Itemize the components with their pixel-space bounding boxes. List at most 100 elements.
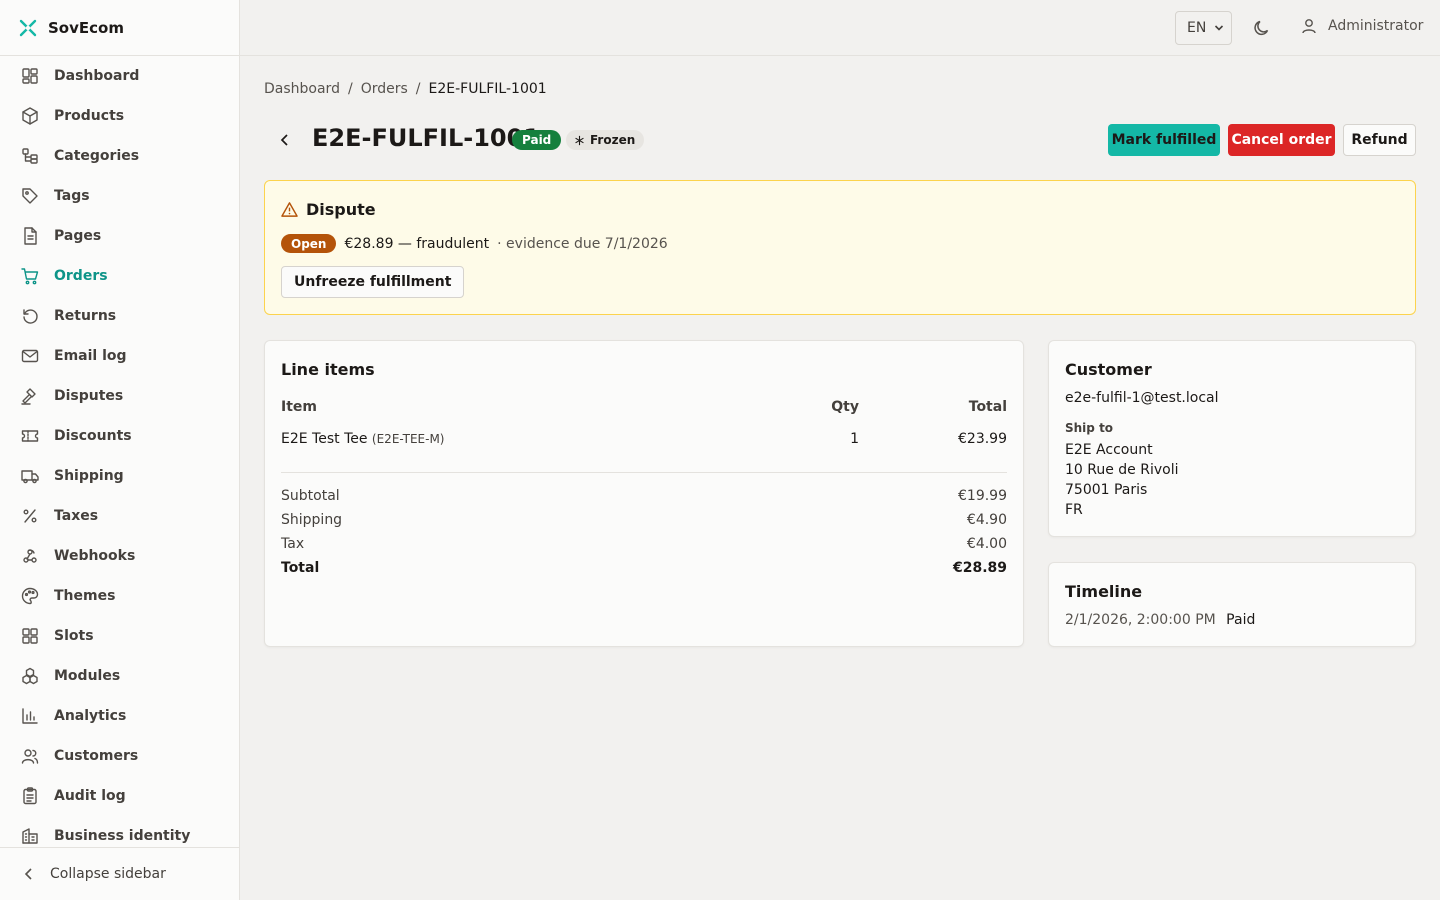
divider [281,472,1007,473]
brand-logo-icon [19,19,37,36]
modules-icon [22,667,38,685]
timeline-event-label: Paid [1226,612,1256,628]
sidebar-item-audit-log[interactable]: Audit log [0,776,239,816]
sidebar-item-categories[interactable]: Categories [0,136,239,176]
back-arrow-icon[interactable] [276,131,294,149]
subtotal-label: Subtotal [281,488,340,504]
subtotal-value: €19.99 [958,488,1007,504]
address-line: 75001 Paris [1065,482,1148,498]
snowflake-icon [575,135,584,145]
gavel-icon [21,388,36,405]
chart-icon [22,708,38,724]
breadcrumb-orders[interactable]: Orders [361,81,408,97]
status-badge-paid: Paid [512,130,562,150]
sidebar-item-webhooks[interactable]: Webhooks [0,536,239,576]
tax-label: Tax [281,536,305,552]
moon-icon[interactable] [1252,18,1272,38]
truck-icon [21,470,39,484]
clipboard-icon [23,787,37,805]
ship-to-label: Ship to [1065,421,1114,435]
brand-name: SovEcom [48,18,124,37]
sidebar-item-label: Orders [54,268,108,284]
shipping-label: Shipping [281,512,343,528]
language-value: EN [1187,20,1207,36]
line-items-card: Line items Item Qty Total E2E Test Tee (… [264,340,1024,647]
breadcrumb-dashboard[interactable]: Dashboard [264,81,340,97]
cart-icon [21,268,39,285]
mail-icon [21,349,39,363]
breadcrumb-current: E2E-FULFIL-1001 [428,81,547,97]
ticket-icon [21,430,39,442]
cancel-order-button[interactable]: Cancel order [1228,124,1335,156]
refund-button[interactable]: Refund [1343,124,1416,156]
return-icon [23,309,38,324]
sidebar-item-discounts[interactable]: Discounts [0,416,239,456]
item-sku: (E2E-TEE-M) [371,432,445,446]
user-menu[interactable]: Administrator [1300,17,1423,35]
mark-fulfilled-button[interactable]: Mark fulfilled [1108,124,1220,156]
sidebar-item-email-log[interactable]: Email log [0,336,239,376]
column-qty: Qty [831,399,859,415]
building-icon [22,828,38,844]
sidebar-item-returns[interactable]: Returns [0,296,239,336]
collapse-sidebar-label: Collapse sidebar [50,866,166,882]
sidebar-item-dashboard[interactable]: Dashboard [0,56,239,96]
sidebar-item-analytics[interactable]: Analytics [0,696,239,736]
line-items-title: Line items [281,360,375,379]
warning-icon [281,202,298,217]
sidebar-item-label: Disputes [54,388,124,404]
sidebar-item-customers[interactable]: Customers [0,736,239,776]
dispute-amount-reason: €28.89 — fraudulent [344,235,490,252]
customer-email: e2e-fulfil-1@test.local [1065,390,1219,406]
sidebar-item-label: Dashboard [54,68,140,84]
total-label: Total [281,560,320,576]
sidebar-item-label: Tags [54,188,90,204]
dispute-status-badge: Open [281,234,337,253]
sidebar-item-label: Returns [54,308,117,324]
sidebar-item-shipping[interactable]: Shipping [0,456,239,496]
column-item: Item [281,399,317,415]
sidebar-item-slots[interactable]: Slots [0,616,239,656]
address-line: 10 Rue de Rivoli [1065,462,1179,478]
package-icon [22,107,38,125]
unfreeze-fulfillment-button[interactable]: Unfreeze fulfillment [281,266,465,298]
breadcrumb-separator: / [415,81,421,97]
language-select[interactable]: EN [1175,11,1232,45]
chevron-left-icon [24,868,32,880]
page-title: E2E-FULFIL-1001 [312,124,540,152]
sidebar-nav: Dashboard Products Categories Tags Pages Orde… [0,56,239,856]
sidebar-item-tags[interactable]: Tags [0,176,239,216]
item-name: E2E Test Tee [281,431,368,447]
timeline-title: Timeline [1065,582,1143,601]
palette-icon [21,587,39,605]
subtotal-row: Subtotal €19.99 [281,488,1007,504]
breadcrumb: Dashboard / Orders / E2E-FULFIL-1001 [264,81,547,97]
sidebar-item-label: Webhooks [54,548,136,564]
tax-value: €4.00 [966,536,1007,552]
sidebar-item-taxes[interactable]: Taxes [0,496,239,536]
sidebar-item-label: Pages [54,228,102,244]
sidebar-item-modules[interactable]: Modules [0,656,239,696]
timeline-card: Timeline 2/1/2026, 2:00:00 PM Paid [1048,562,1416,647]
collapse-sidebar-button[interactable]: Collapse sidebar [0,847,239,900]
item-total: €23.99 [958,431,1007,447]
sidebar-item-pages[interactable]: Pages [0,216,239,256]
frozen-label: Frozen [590,133,636,147]
sidebar-item-label: Products [54,108,125,124]
sidebar-item-label: Modules [54,668,121,684]
shipping-row: Shipping €4.90 [281,512,1007,528]
tag-icon [22,188,38,204]
total-value: €28.89 [952,560,1007,576]
status-badge-frozen: Frozen [566,130,645,150]
sidebar-item-themes[interactable]: Themes [0,576,239,616]
sidebar-item-products[interactable]: Products [0,96,239,136]
table-row: E2E Test Tee (E2E-TEE-M) 1 €23.99 [281,431,1007,447]
sidebar-item-orders[interactable]: Orders [0,256,239,296]
dispute-header: Dispute [281,200,376,219]
sidebar-item-label: Discounts [54,428,132,444]
page-icon [24,227,37,245]
line-items-header: Item Qty Total [281,399,1007,415]
brand[interactable]: SovEcom [0,0,239,56]
users-icon [21,749,39,764]
sidebar-item-disputes[interactable]: Disputes [0,376,239,416]
